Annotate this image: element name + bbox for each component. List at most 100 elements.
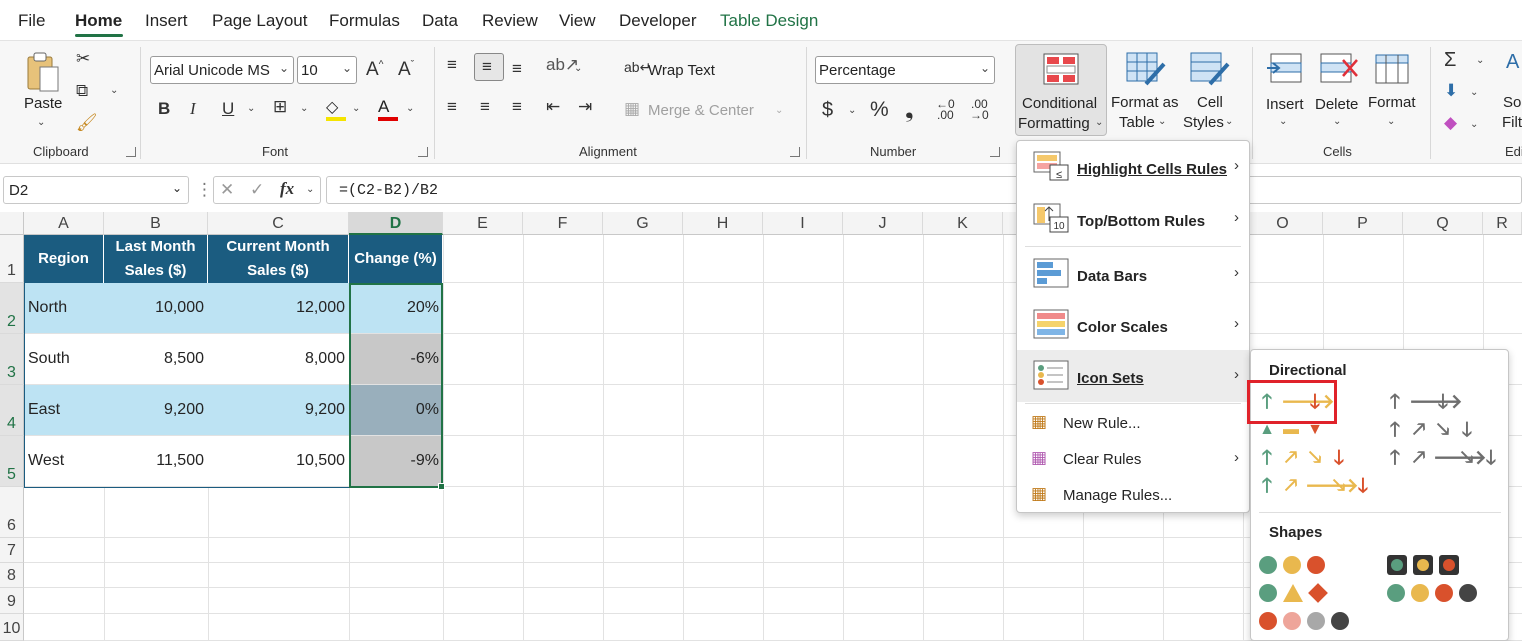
currency-chevron-icon[interactable]: ⌄ bbox=[848, 105, 856, 116]
column-header-g[interactable]: G bbox=[603, 212, 683, 235]
menu-item-highlight-cells-rules[interactable]: ≤ Highlight Cells Rules › bbox=[1017, 141, 1249, 193]
format-chevron-icon[interactable]: ⌄ bbox=[1387, 116, 1395, 127]
icon-set-3-arrows-gray[interactable]: 🡑 🡒 🡓 bbox=[1385, 392, 1463, 412]
icon-set-4-arrows-colored[interactable]: 🡑 🡕 🡖 🡓 bbox=[1257, 448, 1349, 468]
column-header-f[interactable]: F bbox=[523, 212, 603, 235]
column-header-b[interactable]: B bbox=[104, 212, 208, 235]
copy-chevron-icon[interactable]: ⌄ bbox=[110, 85, 118, 96]
borders-icon[interactable]: ⊞ bbox=[273, 97, 287, 117]
increase-decimal-icon[interactable]: ←0.00 bbox=[936, 98, 955, 121]
row-header-8[interactable]: 8 bbox=[0, 563, 24, 588]
insert-function-icon[interactable]: fx bbox=[280, 179, 294, 199]
table-cell[interactable]: West bbox=[24, 436, 104, 486]
fill-color-icon[interactable]: ◇ bbox=[326, 97, 348, 121]
format-painter-icon[interactable]: 🖌 bbox=[76, 113, 98, 133]
menu-item-top-bottom-rules[interactable]: 10 Top/Bottom Rules › bbox=[1017, 193, 1249, 245]
alignment-launcher-icon[interactable] bbox=[790, 147, 800, 157]
paste-chevron-icon[interactable]: ⌄ bbox=[37, 117, 45, 128]
row-header-6[interactable]: 6 bbox=[0, 487, 24, 538]
icon-set-4-traffic-lights[interactable] bbox=[1387, 584, 1477, 602]
tab-developer[interactable]: Developer bbox=[619, 11, 697, 31]
tab-view[interactable]: View bbox=[559, 11, 596, 31]
row-header-4[interactable]: 4 bbox=[0, 385, 24, 436]
menu-item-data-bars[interactable]: Data Bars › bbox=[1017, 248, 1249, 300]
icon-set-3-arrows-colored[interactable]: 🡑 🡒 🡓 bbox=[1257, 392, 1335, 412]
column-header-e[interactable]: E bbox=[443, 212, 523, 235]
percent-icon[interactable]: % bbox=[870, 98, 889, 122]
font-name-select[interactable]: Arial Unicode MS ⌄ bbox=[150, 56, 294, 84]
underline-icon[interactable]: U bbox=[222, 99, 234, 119]
fx-chevron-icon[interactable]: ⌄ bbox=[306, 184, 314, 195]
number-launcher-icon[interactable] bbox=[990, 147, 1000, 157]
table-cell[interactable]: South bbox=[24, 334, 104, 384]
menu-item-clear-rules[interactable]: ▦ Clear Rules › bbox=[1017, 443, 1249, 477]
format-table-chevron-icon[interactable]: ⌄ bbox=[1158, 116, 1166, 127]
comma-icon[interactable]: ❟ bbox=[905, 97, 914, 123]
font-color-chevron-icon[interactable]: ⌄ bbox=[406, 103, 414, 114]
icon-set-4-arrows-gray[interactable]: 🡑 🡕 🡖 🡓 bbox=[1385, 420, 1477, 440]
column-header-k[interactable]: K bbox=[923, 212, 1003, 235]
increase-font-icon[interactable]: A^ bbox=[366, 59, 383, 81]
fill-icon[interactable]: ⬇ bbox=[1444, 81, 1458, 101]
clipboard-launcher-icon[interactable] bbox=[126, 147, 136, 157]
align-left-icon[interactable]: ≡ bbox=[447, 97, 457, 117]
cell-styles-icon[interactable] bbox=[1190, 52, 1230, 86]
row-header-7[interactable]: 7 bbox=[0, 538, 24, 563]
fill-chevron-icon[interactable]: ⌄ bbox=[352, 103, 360, 114]
format-button[interactable]: Format bbox=[1368, 94, 1416, 111]
tab-insert[interactable]: Insert bbox=[145, 11, 188, 31]
currency-icon[interactable]: $ bbox=[822, 99, 833, 122]
column-header-p[interactable]: P bbox=[1323, 212, 1403, 235]
column-header-h[interactable]: H bbox=[683, 212, 763, 235]
column-header-d[interactable]: D bbox=[349, 212, 443, 235]
table-cell[interactable]: 8,000 bbox=[208, 334, 349, 384]
column-header-a[interactable]: A bbox=[24, 212, 104, 235]
table-cell[interactable]: 20% bbox=[349, 283, 443, 333]
format-as-table-icon[interactable] bbox=[1126, 52, 1166, 86]
row-header-1[interactable]: 1 bbox=[0, 235, 24, 283]
table-header-cell[interactable]: Last Month Sales ($) bbox=[104, 235, 208, 283]
column-header-o[interactable]: O bbox=[1243, 212, 1323, 235]
paste-icon[interactable] bbox=[22, 51, 62, 95]
clear-chevron-icon[interactable]: ⌄ bbox=[1470, 119, 1478, 130]
icon-set-5-arrows-gray[interactable]: 🡑 🡕 🡒 🡖 🡓 bbox=[1385, 448, 1501, 468]
name-box[interactable]: D2 ⌄ bbox=[3, 176, 189, 204]
table-header-cell[interactable]: Change (%) bbox=[349, 235, 443, 283]
menu-item-new-rule[interactable]: ▦ New Rule... bbox=[1017, 407, 1249, 441]
autosum-chevron-icon[interactable]: ⌄ bbox=[1476, 55, 1484, 66]
table-cell[interactable]: 0% bbox=[349, 385, 443, 435]
conditional-formatting-button[interactable]: Conditional Formatting ⌄ bbox=[1015, 44, 1107, 136]
tab-data[interactable]: Data bbox=[422, 11, 458, 31]
menu-item-icon-sets[interactable]: Icon Sets › bbox=[1017, 350, 1249, 402]
insert-chevron-icon[interactable]: ⌄ bbox=[1279, 116, 1287, 127]
enter-icon[interactable]: ✓ bbox=[250, 180, 264, 200]
table-cell[interactable]: -9% bbox=[349, 436, 443, 486]
insert-cells-icon[interactable] bbox=[1265, 52, 1305, 86]
icon-set-5-arrows-colored[interactable]: 🡑 🡕 🡒 🡖 🡓 bbox=[1257, 476, 1373, 496]
align-center-icon[interactable]: ≡ bbox=[480, 97, 490, 117]
borders-chevron-icon[interactable]: ⌄ bbox=[300, 103, 308, 114]
font-size-select[interactable]: 10 ⌄ bbox=[297, 56, 357, 84]
tab-file[interactable]: File bbox=[18, 11, 45, 31]
formula-input[interactable]: =(C2-B2)/B2 bbox=[326, 176, 1522, 204]
tab-home[interactable]: Home bbox=[75, 11, 122, 31]
table-cell[interactable]: East bbox=[24, 385, 104, 435]
more-icon[interactable]: ⋮ bbox=[196, 180, 213, 200]
cut-icon[interactable]: ✂ bbox=[76, 49, 90, 69]
delete-button[interactable]: Delete bbox=[1315, 96, 1358, 113]
align-right-icon[interactable]: ≡ bbox=[512, 97, 522, 117]
format-as-table-label[interactable]: Format as bbox=[1111, 94, 1179, 111]
table-cell[interactable]: North bbox=[24, 283, 104, 333]
table-header-cell[interactable]: Current Month Sales ($) bbox=[208, 235, 349, 283]
table-cell[interactable]: 11,500 bbox=[104, 436, 208, 486]
table-cell[interactable]: 8,500 bbox=[104, 334, 208, 384]
tab-table-design[interactable]: Table Design bbox=[720, 11, 818, 31]
icon-set-3-traffic-lights-rimmed[interactable] bbox=[1387, 555, 1459, 575]
table-cell[interactable]: 10,500 bbox=[208, 436, 349, 486]
table-header-cell[interactable]: Region bbox=[24, 235, 104, 283]
delete-cells-icon[interactable] bbox=[1319, 52, 1359, 86]
column-header-j[interactable]: J bbox=[843, 212, 923, 235]
table-cell[interactable]: -6% bbox=[349, 334, 443, 384]
clear-icon[interactable]: ◆ bbox=[1444, 113, 1457, 133]
icon-set-4-red-to-black[interactable] bbox=[1259, 612, 1349, 630]
